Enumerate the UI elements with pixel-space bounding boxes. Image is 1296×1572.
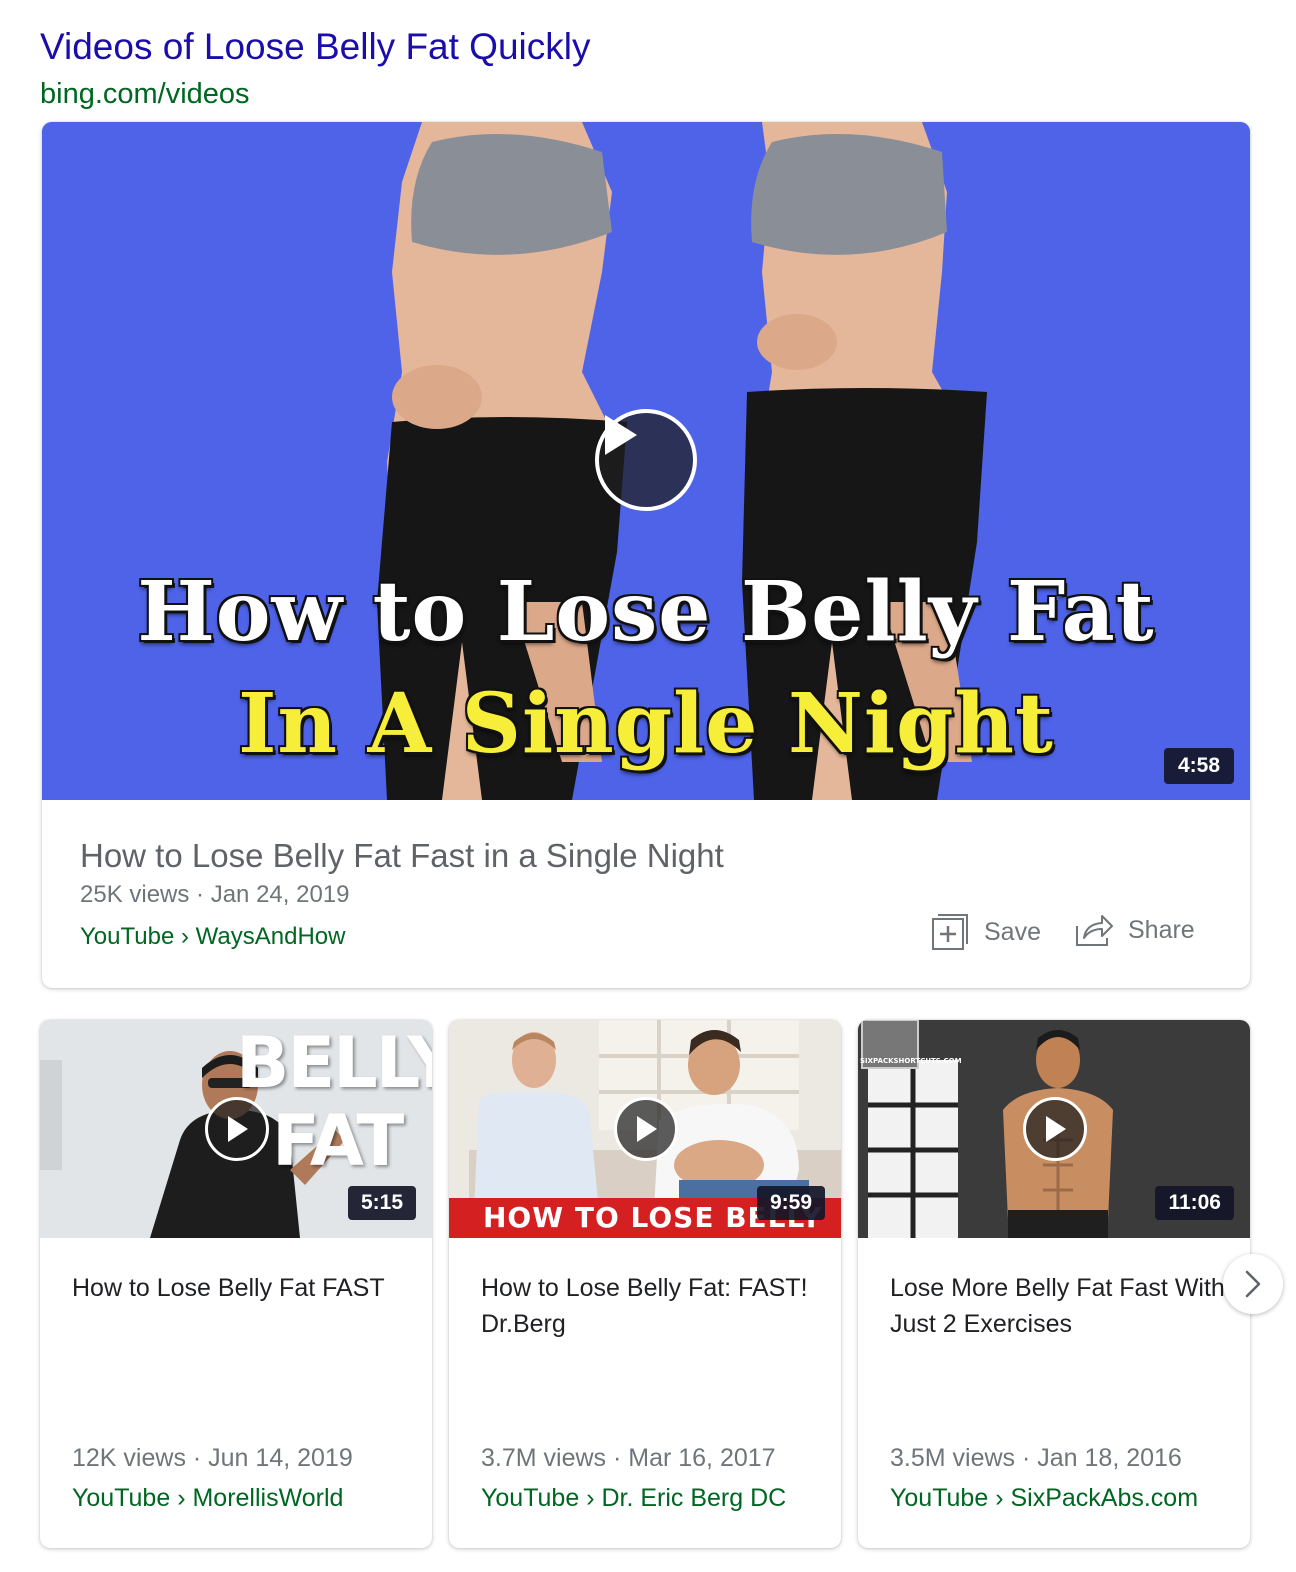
video-source[interactable]: YouTube › Dr. Eric Berg DC [481, 1482, 786, 1514]
video-meta: 12K views · Jun 14, 2019 [72, 1444, 353, 1472]
video-card[interactable]: BELLY FAT 5:15 How to Lose Belly Fat FAS… [40, 1020, 432, 1548]
featured-video-meta: 25K views · Jan 24, 2019 [80, 881, 350, 908]
video-thumbnail[interactable]: BELLY FAT 5:15 [40, 1020, 432, 1238]
results-source-url: bing.com/videos [40, 78, 250, 110]
video-title[interactable]: Lose More Belly Fat Fast With Just 2 Exe… [890, 1270, 1230, 1342]
share-label: Share [1128, 915, 1195, 944]
video-results-page: Videos of Loose Belly Fat Quickly bing.c… [0, 0, 1296, 1572]
save-label: Save [984, 917, 1041, 946]
video-card[interactable]: SIXPACKSHORTCUTS.COM 11:06 Lose More Bel… [858, 1020, 1250, 1548]
thumbnail-word-fat: FAT [272, 1100, 404, 1182]
featured-video-source[interactable]: YouTube › WaysAndHow [80, 922, 345, 952]
video-meta: 3.7M views · Mar 16, 2017 [481, 1444, 776, 1472]
featured-duration-badge: 4:58 [1163, 748, 1234, 784]
video-meta: 3.5M views · Jan 18, 2016 [890, 1444, 1182, 1472]
thumbnail-word-belly: BELLY [236, 1022, 432, 1104]
results-heading-link[interactable]: Videos of Loose Belly Fat Quickly [40, 24, 590, 70]
share-button[interactable]: Share [1074, 912, 1195, 948]
play-button[interactable] [1023, 1097, 1087, 1161]
thumbnail-caption-line1: How to Lose Belly Fat [137, 564, 1155, 660]
chevron-right-icon [1245, 1270, 1261, 1298]
play-icon [637, 1116, 657, 1142]
carousel-next-button[interactable] [1223, 1254, 1283, 1314]
featured-play-button[interactable] [595, 409, 697, 511]
video-source[interactable]: YouTube › MorellisWorld [72, 1482, 343, 1514]
thumbnail-caption-line2: In A Single Night [238, 676, 1054, 772]
video-card[interactable]: HOW TO LOSE BELLY FAT 9:59 How to Lose B… [449, 1020, 841, 1548]
duration-badge: 11:06 [1155, 1186, 1234, 1220]
video-thumbnail[interactable]: HOW TO LOSE BELLY FAT 9:59 [449, 1020, 841, 1238]
featured-video-title[interactable]: How to Lose Belly Fat Fast in a Single N… [80, 836, 724, 876]
play-icon [605, 415, 637, 455]
plus-square-icon [932, 914, 968, 950]
video-title[interactable]: How to Lose Belly Fat: FAST! Dr.Berg [481, 1270, 821, 1342]
play-icon [1046, 1116, 1066, 1142]
share-arrow-icon [1076, 915, 1113, 946]
video-thumbnail[interactable]: SIXPACKSHORTCUTS.COM 11:06 [858, 1020, 1250, 1238]
video-title[interactable]: How to Lose Belly Fat FAST [72, 1270, 412, 1306]
play-icon [228, 1116, 248, 1142]
save-button[interactable]: Save [930, 912, 1041, 952]
play-button[interactable] [205, 1097, 269, 1161]
play-button[interactable] [614, 1097, 678, 1161]
duration-badge: 5:15 [347, 1186, 416, 1220]
video-source[interactable]: YouTube › SixPackAbs.com [890, 1482, 1198, 1514]
featured-video-thumbnail[interactable]: How to Lose Belly Fat In A Single Night … [42, 122, 1250, 800]
featured-video-card[interactable]: How to Lose Belly Fat In A Single Night … [42, 122, 1250, 988]
duration-badge: 9:59 [756, 1186, 825, 1220]
channel-logo-text: SIXPACKSHORTCUTS.COM [860, 1057, 962, 1065]
